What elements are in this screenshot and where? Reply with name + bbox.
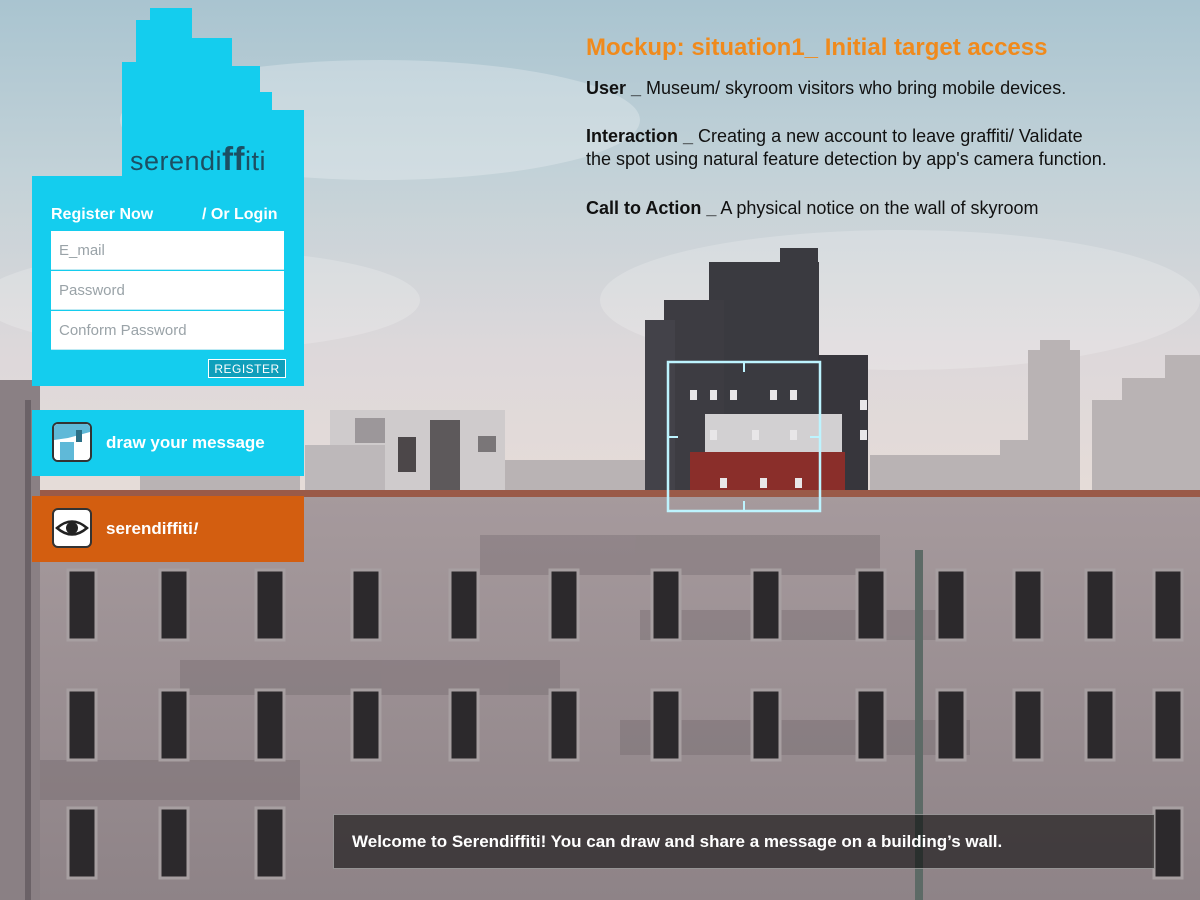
window: [1152, 688, 1184, 762]
window: [158, 568, 190, 642]
tower-window: [790, 390, 797, 400]
window: [254, 688, 286, 762]
interaction-note: Interaction _ Creating a new account to …: [586, 126, 1107, 169]
window: [855, 688, 887, 762]
register-button[interactable]: REGISTER: [208, 359, 286, 378]
confirm-password-field[interactable]: [51, 311, 284, 350]
register-panel: Register Now / Or Login REGISTER: [32, 176, 304, 386]
eye-icon: [52, 508, 92, 548]
draw-message-button[interactable]: draw your message: [32, 410, 304, 476]
cta-note: Call to Action _ A physical notice on th…: [586, 198, 1039, 218]
welcome-banner: Welcome to Serendiffiti! You can draw an…: [333, 814, 1155, 869]
rooftop-structure: [305, 410, 505, 492]
window: [548, 568, 580, 642]
tower-window: [795, 478, 802, 488]
window: [855, 568, 887, 642]
window: [158, 806, 190, 880]
tower-window: [730, 390, 737, 400]
email-field[interactable]: [51, 231, 284, 270]
window: [254, 568, 286, 642]
tower-window: [752, 430, 759, 440]
tower-window: [760, 478, 767, 488]
window: [1012, 568, 1044, 642]
window: [1084, 688, 1116, 762]
window: [650, 688, 682, 762]
login-link[interactable]: / Or Login: [202, 206, 278, 224]
tower-window: [710, 390, 717, 400]
window: [448, 688, 480, 762]
paint-roller-icon: [52, 422, 92, 462]
view-serendiffiti-label: serendiffiti!: [106, 519, 199, 538]
window: [1152, 806, 1184, 880]
window: [935, 568, 967, 642]
window: [1012, 688, 1044, 762]
mockup-title: Mockup: situation1_ Initial target acces…: [586, 34, 1048, 61]
window: [650, 568, 682, 642]
window: [66, 806, 98, 880]
view-serendiffiti-button[interactable]: serendiffiti!: [32, 496, 304, 562]
serendiffiti-logo: serendiffiti: [32, 0, 304, 177]
tower-window: [710, 430, 717, 440]
tower-window: [860, 430, 867, 440]
window: [350, 688, 382, 762]
window: [548, 688, 580, 762]
register-heading: Register Now: [51, 206, 154, 223]
window: [448, 568, 480, 642]
tower-window: [790, 430, 797, 440]
tower-window: [770, 390, 777, 400]
window: [750, 568, 782, 642]
window: [66, 568, 98, 642]
window: [66, 688, 98, 762]
window: [158, 688, 190, 762]
window: [350, 568, 382, 642]
window: [750, 688, 782, 762]
window: [254, 806, 286, 880]
window: [1084, 568, 1116, 642]
draw-message-label: draw your message: [106, 433, 265, 452]
tower-window: [860, 400, 867, 410]
password-field[interactable]: [51, 271, 284, 310]
tower-window: [690, 390, 697, 400]
tower-window: [720, 478, 727, 488]
window: [1152, 568, 1184, 642]
window: [935, 688, 967, 762]
user-note: User _ Museum/ skyroom visitors who brin…: [586, 78, 1067, 98]
